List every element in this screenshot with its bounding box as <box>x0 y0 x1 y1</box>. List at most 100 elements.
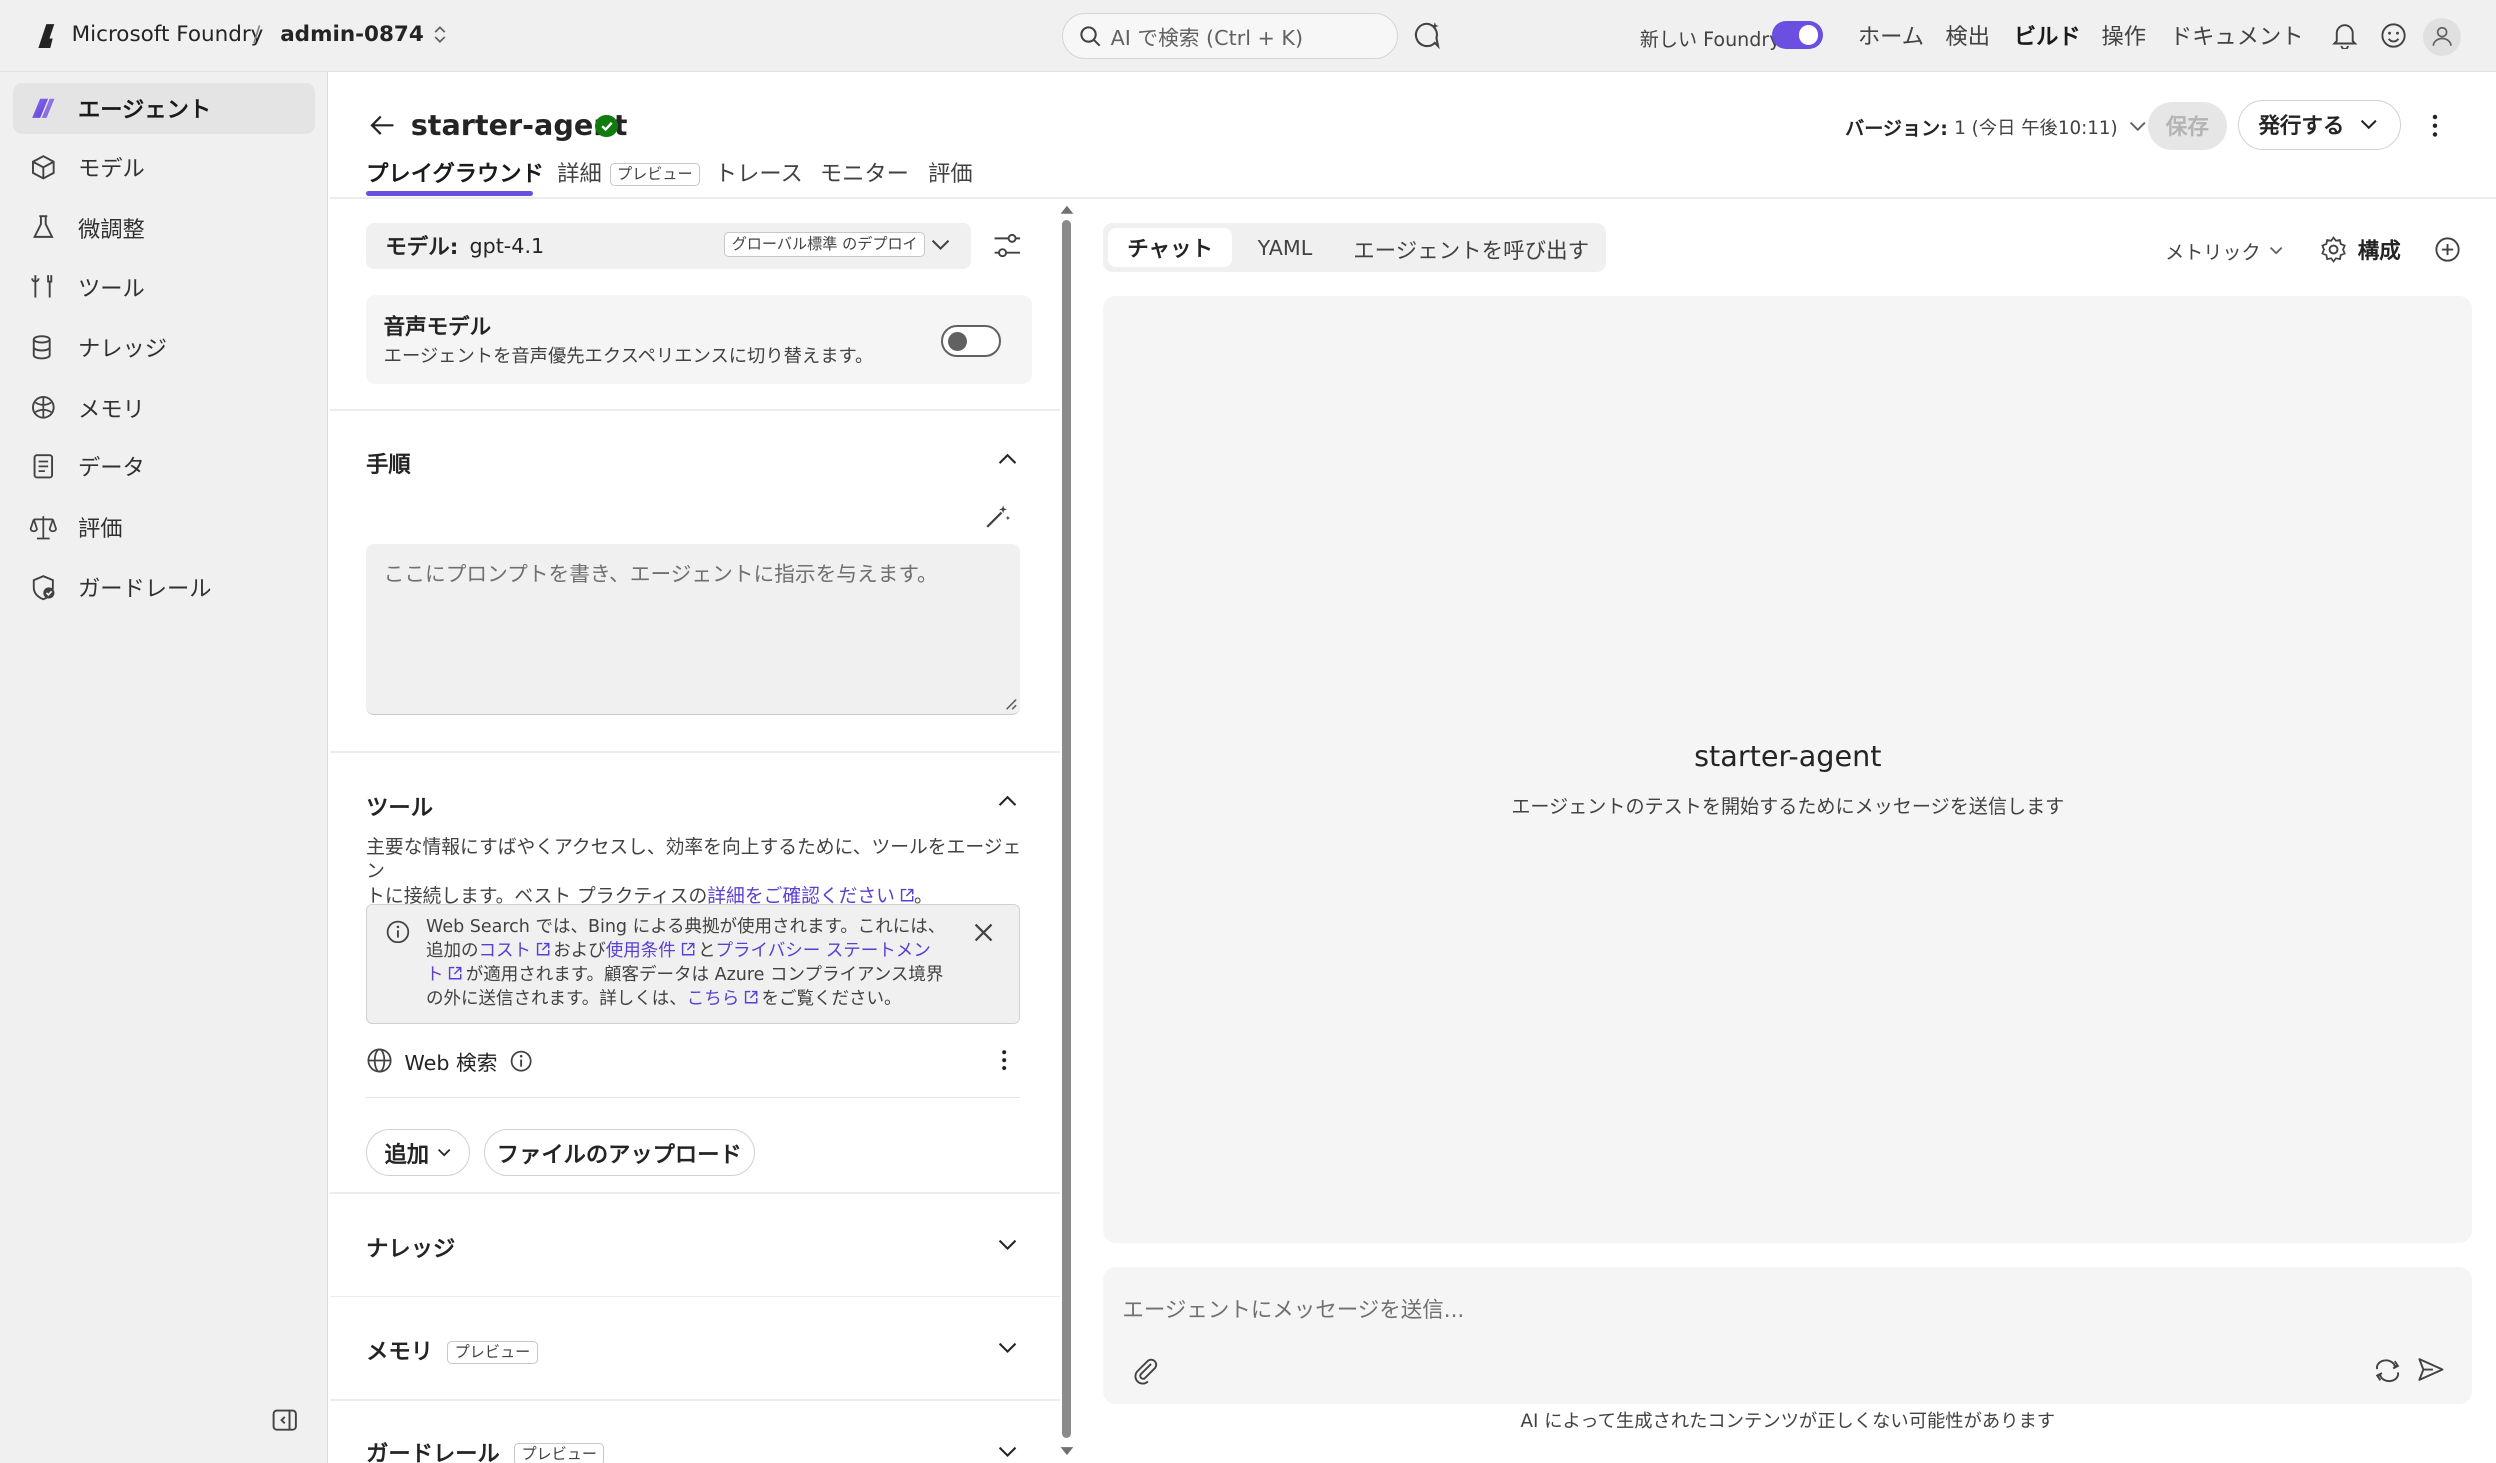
upload-files-button[interactable]: ファイルのアップロード <box>483 1128 755 1177</box>
close-icon[interactable] <box>974 923 993 942</box>
knowledge-title[interactable]: ナレッジ <box>366 1231 455 1263</box>
chevron-down-icon[interactable] <box>998 1239 1017 1258</box>
sidebar-item-memory[interactable]: メモリ <box>13 382 315 433</box>
tab-evaluation[interactable]: 評価 <box>928 156 973 188</box>
instructions-textarea[interactable]: ここにプロンプトを書き、エージェントに指示を与えます。 <box>366 544 1021 715</box>
voice-model-card: 音声モデル エージェントを音声優先エクスペリエンスに切り替えます。 <box>366 294 1032 384</box>
magic-wand-icon[interactable] <box>984 503 1011 530</box>
web-search-more-icon[interactable] <box>1001 1049 1007 1071</box>
nav-operate[interactable]: 操作 <box>2101 19 2146 51</box>
tab-playground[interactable]: プレイグラウンド <box>366 156 544 188</box>
memory-section[interactable]: メモリ プレビュー <box>366 1334 538 1366</box>
refresh-icon[interactable] <box>2374 1358 2401 1383</box>
success-check-icon <box>595 114 618 137</box>
nav-home[interactable]: ホーム <box>1858 19 1924 51</box>
chevron-up-icon[interactable] <box>998 794 1017 813</box>
instructions-placeholder: ここにプロンプトを書き、エージェントに指示を与えます。 <box>383 562 938 587</box>
chat-message-area: starter-agent エージェントのテストを開始するためにメッセージを送信… <box>1103 296 2473 1244</box>
privacy-link[interactable]: プライバシー ステートメン <box>716 941 931 961</box>
tools-title[interactable]: ツール <box>366 790 433 822</box>
avatar[interactable] <box>2423 17 2462 56</box>
search-input[interactable]: AI で検索 (Ctrl + K) <box>1111 21 1303 51</box>
chevron-down-icon[interactable] <box>998 1446 1017 1463</box>
info-icon[interactable] <box>510 1050 532 1072</box>
brain-icon <box>29 393 58 422</box>
send-icon[interactable] <box>2417 1356 2444 1383</box>
chevron-down-icon <box>931 239 950 252</box>
nav-build[interactable]: ビルド <box>2014 19 2081 51</box>
brand-name[interactable]: Microsoft Foundry <box>72 22 264 47</box>
tab-monitor[interactable]: モニター <box>820 156 909 188</box>
cost-link[interactable]: コスト <box>479 941 532 961</box>
sidebar-item-evaluation[interactable]: 評価 <box>13 501 315 552</box>
attach-icon[interactable] <box>1132 1356 1161 1385</box>
sidebar-item-agents[interactable]: エージェント <box>12 82 316 134</box>
save-button[interactable]: 保存 <box>2147 101 2228 150</box>
add-tool-button[interactable]: 追加 <box>366 1128 470 1177</box>
sidebar-item-tools[interactable]: ツール <box>13 261 315 312</box>
voice-model-toggle[interactable] <box>940 324 1002 357</box>
chevron-down-icon[interactable] <box>998 1342 1017 1361</box>
sidebar-item-finetune[interactable]: 微調整 <box>13 202 315 253</box>
model-settings-icon[interactable] <box>993 232 1022 259</box>
here-link[interactable]: こちら <box>687 989 740 1009</box>
config-scrollbar[interactable] <box>1059 201 1075 1463</box>
web-search-notice: Web Search では、Bing による典拠が使用されます。これには、 追加… <box>366 904 1021 1024</box>
version-selector[interactable]: バージョン: 1 (今日 午後10:11) <box>1845 113 2146 141</box>
divider <box>366 1096 1021 1099</box>
breadcrumb-separator: / <box>253 22 261 48</box>
divider <box>329 1399 1061 1401</box>
chat-tab-bar: チャット YAML エージェントを呼び出す <box>1103 222 1607 273</box>
scale-icon <box>29 513 58 542</box>
nav-docs[interactable]: ドキュメント <box>2170 19 2304 51</box>
sidebar-item-guardrails[interactable]: ガードレール <box>13 562 315 613</box>
sidebar-item-label: ツール <box>77 275 145 302</box>
metrics-dropdown[interactable]: メトリック <box>2165 237 2283 265</box>
configure-button[interactable]: 構成 <box>2320 234 2401 265</box>
configure-label: 構成 <box>2357 239 2401 265</box>
tab-invoke-agent[interactable]: エージェントを呼び出す <box>1353 234 1589 265</box>
foundry-logo-icon[interactable] <box>32 21 61 50</box>
empty-state-subtitle: エージェントのテストを開始するためにメッセージを送信します <box>1511 795 2065 819</box>
sidebar-item-data[interactable]: データ <box>13 441 315 492</box>
web-search-tool[interactable]: Web 検索 <box>366 1046 532 1076</box>
tools-description: 主要な情報にすばやくアクセスし、効率を向上するために、ツールをエージェン トに接… <box>366 836 1022 908</box>
new-chat-icon[interactable] <box>2434 236 2461 263</box>
external-link-icon <box>900 888 914 902</box>
nav-discover[interactable]: 検出 <box>1945 19 1990 51</box>
chevron-down-icon <box>2129 121 2147 132</box>
terms-link[interactable]: 使用条件 <box>606 941 676 961</box>
message-input[interactable]: エージェントにメッセージを送信... <box>1122 1293 1464 1324</box>
model-value: gpt-4.1 <box>469 233 545 258</box>
info-icon <box>386 920 410 944</box>
tab-label: 詳細 <box>557 161 602 188</box>
version-value: 1 (今日 午後10:11) <box>1954 118 2118 140</box>
back-arrow-icon[interactable] <box>368 111 397 140</box>
tab-yaml[interactable]: YAML <box>1258 236 1313 260</box>
chevron-up-icon[interactable] <box>998 452 1017 471</box>
publish-button[interactable]: 発行する <box>2238 100 2401 150</box>
copilot-chat-icon[interactable] <box>1411 19 1443 51</box>
agent-icon <box>29 94 58 123</box>
external-link-icon <box>681 942 695 956</box>
project-selector[interactable]: admin-0874 <box>280 22 448 47</box>
sidebar-item-knowledge[interactable]: ナレッジ <box>13 322 315 373</box>
collapse-sidebar-icon[interactable] <box>272 1409 298 1431</box>
search-box[interactable]: AI で検索 (Ctrl + K) <box>1061 12 1398 59</box>
voice-model-title: 音声モデル <box>383 315 492 341</box>
model-selector[interactable]: モデル: gpt-4.1 グローバル標準 のデプロイ <box>366 222 972 270</box>
tab-details[interactable]: 詳細 プレビュー <box>557 156 700 188</box>
sidebar-item-models[interactable]: モデル <box>13 142 315 193</box>
feedback-smiley-icon[interactable] <box>2380 22 2407 49</box>
globe-icon <box>366 1047 393 1074</box>
guardrails-section[interactable]: ガードレール プレビュー <box>366 1436 605 1463</box>
more-options-icon[interactable] <box>2431 113 2439 138</box>
instructions-title[interactable]: 手順 <box>366 447 411 479</box>
bell-icon[interactable] <box>2332 22 2358 50</box>
tab-traces[interactable]: トレース <box>715 156 803 188</box>
external-link-icon <box>536 942 550 956</box>
resize-handle-icon[interactable] <box>1005 698 1018 711</box>
tab-chat[interactable]: チャット <box>1108 227 1233 268</box>
memory-title: メモリ <box>366 1339 433 1366</box>
new-foundry-toggle[interactable] <box>1771 20 1823 50</box>
